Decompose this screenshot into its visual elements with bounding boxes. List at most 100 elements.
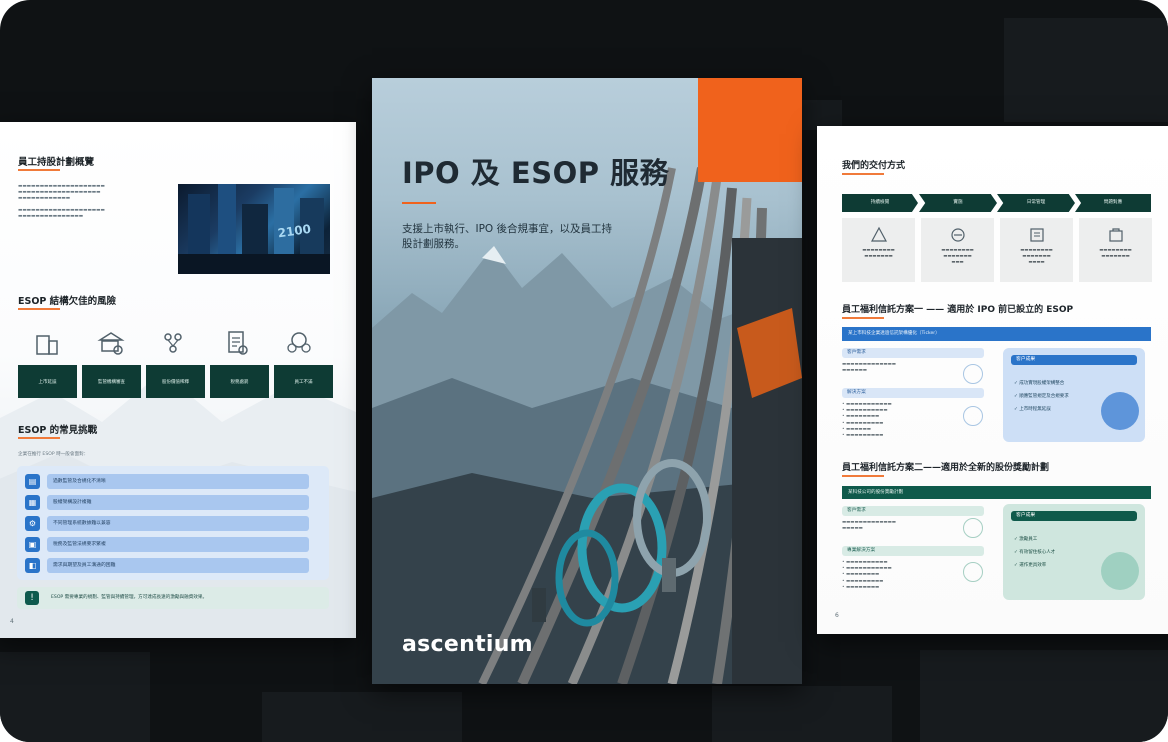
title-underline (842, 475, 884, 477)
bg-block (1004, 18, 1168, 122)
right-brochure-page: 我們的交付方式 持續檢閱 實施 日常管理 問題對應 ▬▬▬▬▬▬▬▬ ▬▬▬▬▬▬… (817, 126, 1168, 634)
overview-text: ▬▬▬▬▬▬▬▬▬▬▬▬▬▬▬▬▬▬▬▬ ▬▬▬▬▬▬▬▬▬▬▬▬▬▬▬▬▬▬▬ ▬… (18, 184, 105, 219)
risk-item: 上市延誤 (18, 365, 77, 398)
step-chevron: 實施 (919, 194, 997, 212)
unhappy-staff-icon (287, 332, 311, 353)
result-text: 成功實現股權架構整合 (1019, 381, 1065, 386)
challenge-label: 不同管理系統數據難以兼容 (47, 516, 309, 531)
result-item: ✓ 激勵員工 (1014, 537, 1038, 542)
title-underline (842, 173, 884, 175)
gear-icon (963, 406, 983, 426)
step-card-text: ▬▬▬▬▬▬▬▬ ▬▬▬▬▬▬▬ (862, 248, 895, 259)
challenge-row: ▦ 股權架構設計複雜 (25, 495, 321, 510)
result-text: 上市時程無延誤 (1019, 407, 1051, 412)
result-heading: 客户成果 (1011, 511, 1137, 521)
risk-item: 監管機構審查 (82, 365, 141, 398)
left-brochure-page: 員工持股計劃概覽 ▬▬▬▬▬▬▬▬▬▬▬▬▬▬▬▬▬▬▬▬ ▬▬▬▬▬▬▬▬▬▬▬… (0, 122, 356, 638)
solution1-banner: 某上市科技企業透過信託架構優化（Ticker） (842, 327, 1151, 341)
ascentium-logo: ascentium (402, 632, 533, 657)
page-number: 6 (835, 612, 839, 619)
risks-title: ESOP 結構欠佳的風險 (18, 296, 117, 307)
result-text: 有效留住核心人才 (1019, 550, 1056, 555)
step-card: ▬▬▬▬▬▬▬▬ ▬▬▬▬▬▬▬ ▬▬▬ (921, 218, 994, 282)
solution1-result-card: 客户成果 ✓ 成功實現股權架構整合 ✓ 順應監管規定及合規要求 ✓ 上市時程無延… (1003, 348, 1145, 442)
tax-document-icon (228, 331, 248, 355)
challenge-row: ◧ 需求與期望及員工溝通的困難 (25, 558, 321, 573)
brochure-cover: IPO 及 ESOP 服務 支援上市執行、IPO 後合規事宜，以及員工持股計劃服… (372, 78, 802, 684)
step-chevron: 日常管理 (997, 194, 1075, 212)
result-text: 激勵員工 (1019, 537, 1038, 542)
step-card-text: ▬▬▬▬▬▬▬▬ ▬▬▬▬▬▬▬ ▬▬▬ (941, 248, 974, 265)
result-text: 順應監管規定及合規要求 (1019, 394, 1069, 399)
city-photo-graphic: 2100 (178, 184, 330, 274)
title-underline (18, 308, 60, 310)
step-card-text: ▬▬▬▬▬▬▬▬ ▬▬▬▬▬▬▬ ▬▬▬▬ (1020, 248, 1053, 265)
risk-item: 員工不滿 (274, 365, 333, 398)
solution2-banner: 某科技公司的股份獎勵計劃 (842, 486, 1151, 499)
solution1-title: 員工福利信託方案一 —— 適用於 IPO 前已設立的 ESOP (842, 305, 1074, 315)
bank-search-icon (97, 332, 125, 355)
city-photo: 2100 (178, 184, 330, 274)
cover-title: IPO 及 ESOP 服務 (402, 156, 670, 190)
title-underline (842, 317, 884, 319)
tax-icon: ▣ (25, 537, 40, 552)
network-icon (963, 364, 983, 384)
implement-icon (951, 228, 965, 242)
cover-title-underline (402, 202, 436, 204)
result-item: ✓ 運作更具效率 (1014, 563, 1047, 568)
bg-block (0, 652, 150, 742)
gear-icon: ⚙ (25, 516, 40, 531)
step-chevron: 問題對應 (1075, 194, 1151, 212)
solution-label: 專業解決方案 (842, 546, 984, 556)
challenge-label: 需求與期望及員工溝通的困難 (47, 558, 309, 573)
document-icon (1101, 552, 1139, 590)
risk-item: 稅務處罰 (210, 365, 269, 398)
challenge-label: 過數監管及合規化不清晰 (47, 474, 309, 489)
title-underline (18, 437, 60, 439)
review-icon (870, 226, 888, 242)
client-need-label: 客戶需求 (842, 506, 984, 516)
info-icon: ! (25, 591, 39, 605)
challenge-row: ⚙ 不同管理系統數據難以兼容 (25, 516, 321, 531)
bg-block (920, 650, 1168, 742)
building-icon (36, 335, 58, 355)
cover-subtitle: 支援上市執行、IPO 後合規事宜，以及員工持股計劃服務。 (402, 223, 613, 250)
communication-icon: ◧ (25, 558, 40, 573)
result-heading: 客户成果 (1011, 355, 1137, 365)
result-item: ✓ 有效留住核心人才 (1014, 550, 1056, 555)
orange-corner-block (698, 78, 802, 182)
step-card: ▬▬▬▬▬▬▬▬ ▬▬▬▬▬▬▬ (842, 218, 915, 282)
solution-label: 解決方案 (842, 388, 984, 398)
regulation-icon: ▤ (25, 474, 40, 489)
challenges-intro: 企業在推行 ESOP 時一般會面對： (18, 452, 89, 457)
challenge-row: ▤ 過數監管及合規化不清晰 (25, 474, 321, 489)
client-need-label: 客戶需求 (842, 348, 984, 358)
delivery-title: 我們的交付方式 (842, 161, 906, 171)
bg-block (262, 692, 462, 742)
client-need-text: ▬▬▬▬▬▬▬▬▬▬▬▬▬ ▬▬▬▬▬▬ (842, 362, 896, 374)
challenge-row: ▣ 稅務及監管法規要求繁複 (25, 537, 321, 552)
challenge-label: 稅務及監管法規要求繁複 (47, 537, 309, 552)
note-text: ESOP 需要專業的規劃、監管與持續管理，方可達成長遠的激勵與融資效果。 (51, 595, 208, 600)
building-icon (963, 562, 983, 582)
challenge-label: 股權架構設計複雜 (47, 495, 309, 510)
showcase-stage: 員工持股計劃概覽 ▬▬▬▬▬▬▬▬▬▬▬▬▬▬▬▬▬▬▬▬ ▬▬▬▬▬▬▬▬▬▬▬… (0, 0, 1168, 742)
risk-item: 股份價值稀釋 (146, 365, 205, 398)
step-card-text: ▬▬▬▬▬▬▬▬ ▬▬▬▬▬▬▬ (1099, 248, 1132, 259)
result-item: ✓ 上市時程無延誤 (1014, 407, 1051, 412)
result-text: 運作更具效率 (1019, 563, 1047, 568)
page-number: 4 (10, 618, 14, 625)
solution2-result-card: 客户成果 ✓ 激勵員工 ✓ 有效留住核心人才 ✓ 運作更具效率 (1003, 504, 1145, 600)
solution-text: • ▬▬▬▬▬▬▬▬▬▬ • ▬▬▬▬▬▬▬▬▬▬▬ • ▬▬▬▬▬▬▬▬ • ▬▬▬… (842, 560, 892, 590)
network-icon (963, 518, 983, 538)
overview-title: 員工持股計劃概覽 (18, 157, 95, 168)
step-card: ▬▬▬▬▬▬▬▬ ▬▬▬▬▬▬▬ (1079, 218, 1152, 282)
note-bar: ! ESOP 需要專業的規劃、監管與持續管理，方可達成長遠的激勵與融資效果。 (17, 587, 329, 609)
challenges-title: ESOP 的常見挑戰 (18, 425, 98, 436)
result-item: ✓ 順應監管規定及合規要求 (1014, 394, 1069, 399)
step-chevron: 持續檢閱 (842, 194, 918, 212)
client-need-text: ▬▬▬▬▬▬▬▬▬▬▬▬▬ ▬▬▬▬▬ (842, 520, 896, 532)
support-icon (1109, 228, 1123, 242)
challenges-panel: ▤ 過數監管及合規化不清晰 ▦ 股權架構設計複雜 ⚙ 不同管理系統數據難以兼容 ▣ 稅務… (17, 466, 329, 580)
step-card: ▬▬▬▬▬▬▬▬ ▬▬▬▬▬▬▬ ▬▬▬▬ (1000, 218, 1073, 282)
